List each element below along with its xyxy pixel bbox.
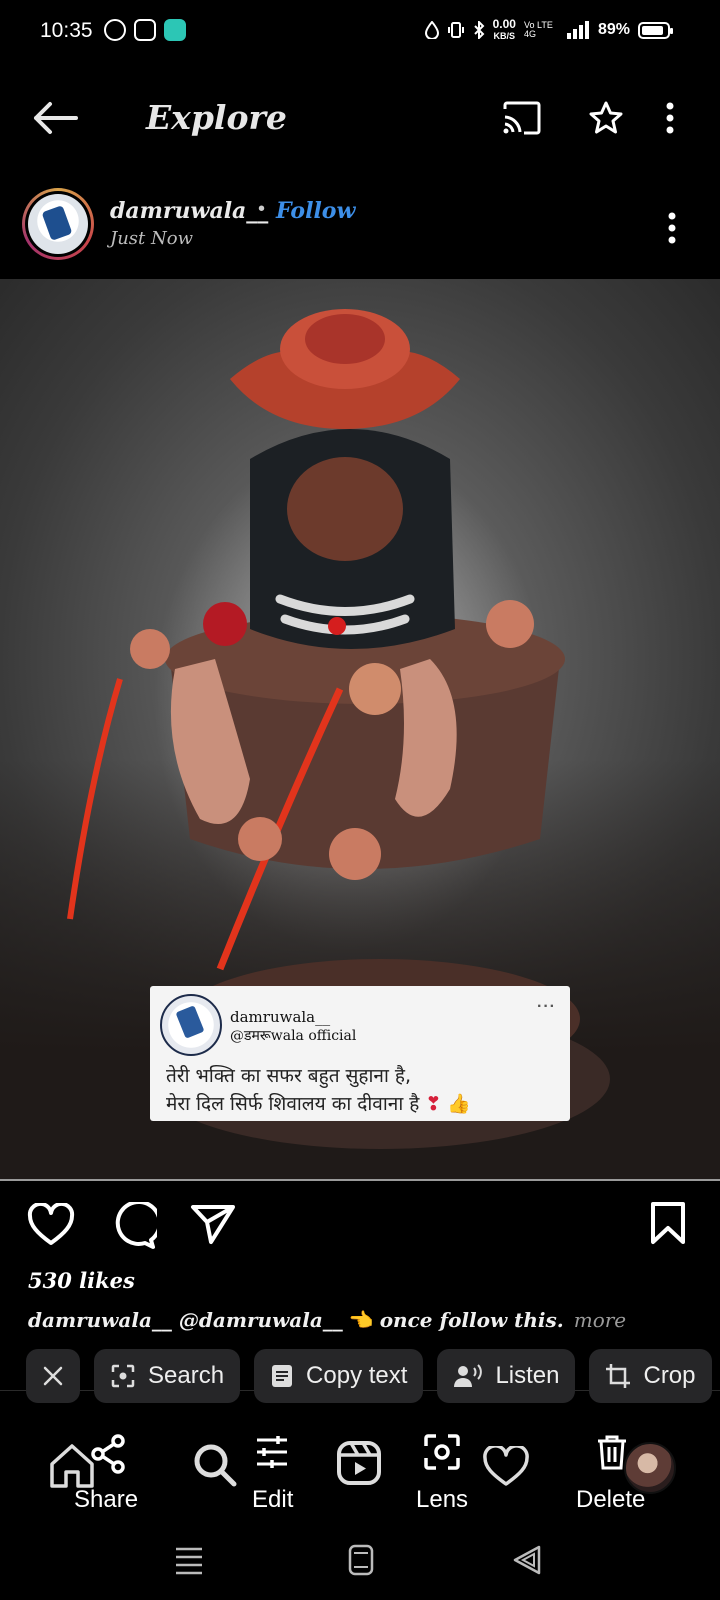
share-icon[interactable] [90, 1434, 126, 1474]
search-icon[interactable] [192, 1442, 238, 1488]
card-avatar [160, 994, 222, 1056]
search-chip-label: Search [148, 1362, 225, 1389]
card-name: damruwala__ [230, 1008, 331, 1026]
notification-icons [104, 19, 186, 41]
card-handle: @डमरूwala official [230, 1028, 357, 1044]
share-button[interactable]: Share [74, 1486, 138, 1514]
caption-mention[interactable]: @damruwala__ [179, 1308, 343, 1332]
post-more-icon[interactable] [664, 210, 680, 246]
delete-button[interactable]: Delete [576, 1486, 645, 1514]
post-avatar[interactable] [22, 188, 94, 260]
recent-apps-icon[interactable] [174, 1546, 204, 1576]
bluetooth-icon [473, 21, 485, 39]
edit-button[interactable]: Edit [252, 1486, 293, 1514]
reels-icon[interactable] [336, 1440, 382, 1486]
cast-icon[interactable] [500, 96, 544, 140]
search-chip[interactable]: Search [94, 1349, 241, 1403]
close-icon [43, 1366, 63, 1386]
star-icon[interactable] [584, 96, 628, 140]
crop-label: Crop [643, 1362, 696, 1389]
caption-username[interactable]: damruwala__ [28, 1308, 172, 1332]
crop-icon [606, 1364, 631, 1388]
instagram-icon [134, 19, 156, 41]
battery-fill [642, 25, 664, 35]
toolbar-labels: Share Edit Lens Delete [0, 1486, 720, 1522]
likes-count[interactable]: 530 likes [28, 1268, 135, 1293]
image-divider [0, 1179, 720, 1181]
page-title: Explore [146, 98, 287, 137]
lens-search-icon [111, 1364, 135, 1388]
activity-heart-icon[interactable] [482, 1446, 530, 1488]
edit-sliders-icon[interactable] [254, 1434, 290, 1470]
network-type: Vo LTE 4G [523, 20, 553, 39]
pointing-emoji: 👈 [348, 1308, 374, 1332]
back-nav-icon[interactable] [512, 1544, 542, 1576]
speed-value: 0.00 [492, 17, 516, 31]
crop-chip[interactable]: Crop [589, 1349, 712, 1403]
status-time: 10:35 [40, 19, 93, 42]
card-line-2-text: मेरा दिल सिर्फ शिवालय का दीवाना है [166, 1093, 420, 1115]
quote-card: damruwala__ @डमरूwala official ··· तेरी … [150, 986, 570, 1121]
network-speed: 0.00 KB/S [493, 18, 516, 42]
data-saver-icon [424, 21, 439, 39]
avatar-inner [25, 191, 91, 257]
lens-icon[interactable] [424, 1434, 460, 1470]
post-time: Just Now [110, 228, 193, 249]
more-link[interactable]: more [574, 1308, 626, 1332]
battery-percent: 89% [597, 21, 630, 38]
home-icon[interactable] [48, 1442, 96, 1488]
caption-text: once follow this. [379, 1308, 564, 1332]
listen-chip[interactable]: Listen [437, 1349, 576, 1403]
lens-button[interactable]: Lens [416, 1486, 468, 1514]
follow-button[interactable]: Follow [276, 198, 355, 224]
heart-emoji: ❣ [425, 1093, 442, 1115]
separator-dot: • [258, 198, 266, 220]
vibrate-icon [447, 22, 464, 38]
card-text: तेरी भक्ति का सफर बहुत सुहाना है, मेरा द… [166, 1062, 471, 1118]
copy-text-chip[interactable]: Copy text [254, 1349, 424, 1403]
listen-label: Listen [495, 1362, 560, 1389]
app-bar: Explore [0, 82, 720, 154]
speed-unit: KB/S [493, 31, 516, 41]
copy-text-label: Copy text [306, 1362, 408, 1389]
system-nav-bar [0, 1530, 720, 1600]
signal-icon [566, 21, 589, 39]
chat-app-icon [164, 19, 186, 41]
close-chip-button[interactable] [26, 1349, 80, 1403]
back-arrow-icon[interactable] [26, 96, 82, 140]
status-right: 0.00 KB/S Vo LTE 4G 89% [424, 18, 673, 42]
post-username[interactable]: damruwala__ [110, 198, 268, 224]
listen-icon [454, 1364, 483, 1387]
home-nav-icon[interactable] [348, 1544, 374, 1576]
more-vert-icon[interactable] [660, 96, 680, 140]
bookmark-icon[interactable] [648, 1200, 688, 1246]
card-line-1: तेरी भक्ति का सफर बहुत सुहाना है, [166, 1065, 412, 1087]
card-more-icon: ··· [537, 998, 556, 1015]
avatar-image [28, 194, 88, 254]
status-bar: 10:35 0.00 KB/S Vo LTE 4G 89% [0, 0, 720, 66]
battery-icon [638, 21, 673, 39]
like-heart-icon[interactable] [26, 1202, 76, 1248]
comment-icon[interactable] [108, 1202, 158, 1250]
document-icon [272, 1365, 293, 1387]
card-line-2: मेरा दिल सिर्फ शिवालय का दीवाना है ❣ 👍 [166, 1090, 471, 1118]
thumbs-up-emoji: 👍 [447, 1093, 472, 1115]
whatsapp-icon [104, 19, 126, 41]
post-caption: damruwala__ @damruwala__ 👈 once follow thi… [28, 1308, 626, 1332]
lens-chip-row: Search Copy text Listen Crop [26, 1349, 712, 1403]
send-icon[interactable] [188, 1202, 238, 1246]
